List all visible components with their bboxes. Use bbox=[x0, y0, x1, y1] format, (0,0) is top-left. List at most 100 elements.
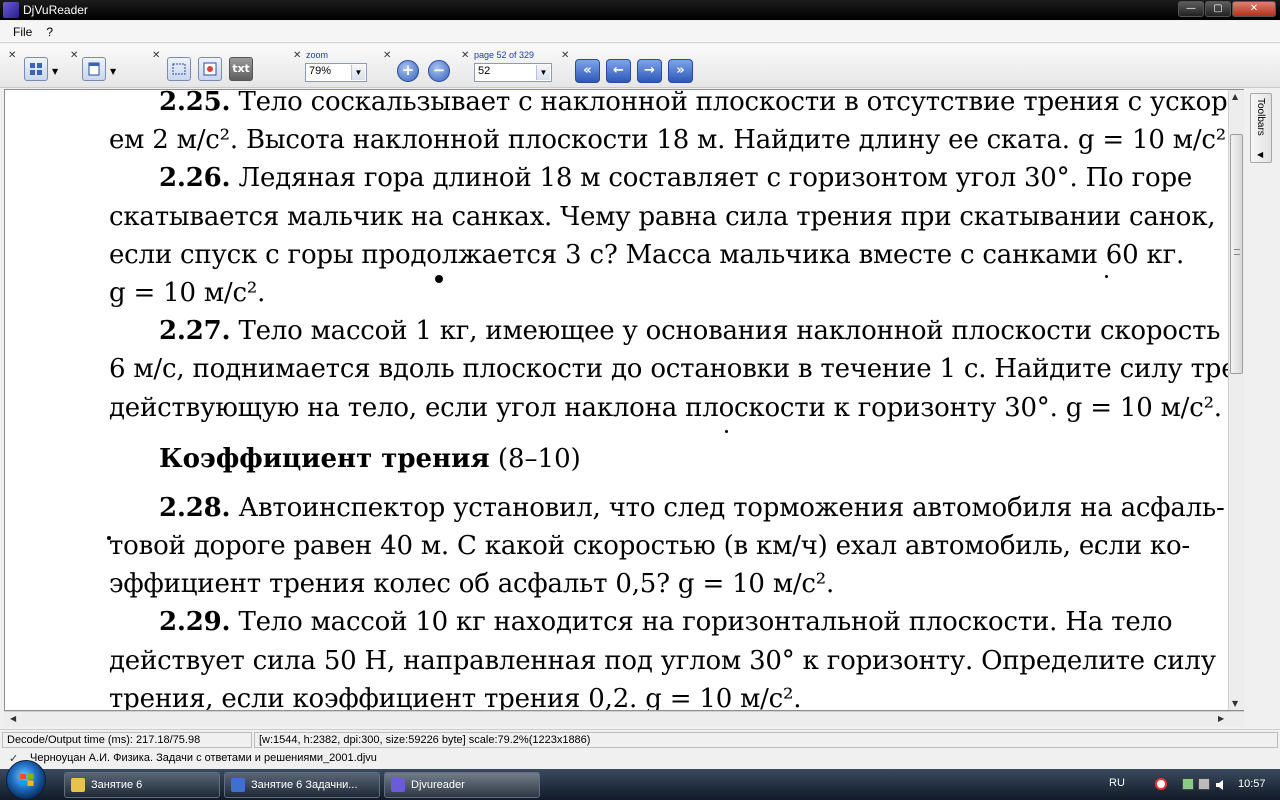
text-line: 2.25. Тело соскальзывает с наклонной пло… bbox=[109, 89, 1243, 121]
toolbars-tab-label: Toolbars bbox=[1255, 98, 1266, 136]
close-toolbar-icon[interactable]: ✕ bbox=[8, 50, 16, 61]
close-toolbar-icon[interactable]: ✕ bbox=[383, 50, 391, 61]
close-toolbar-icon[interactable]: ✕ bbox=[461, 50, 469, 61]
first-page-button[interactable]: « bbox=[575, 59, 600, 83]
scroll-right-icon[interactable]: ▶ bbox=[1218, 714, 1224, 723]
taskbar-button-label: Djvureader bbox=[411, 779, 465, 791]
text-line: если спуск с горы продолжается 3 с? Масс… bbox=[109, 236, 1184, 274]
text-block-1: 2.25. Тело соскальзывает с наклонной пло… bbox=[109, 89, 1243, 427]
toolbars-side-tab[interactable]: Toolbars ◀ bbox=[1250, 93, 1272, 163]
file-tab-bar: ✓ Черноуцан А.И. Физика. Задачи с ответа… bbox=[0, 750, 390, 768]
section-heading-range: (8–10) bbox=[489, 443, 581, 474]
document-view[interactable]: 2.25. Тело соскальзывает с наклонной пло… bbox=[4, 89, 1244, 711]
decode-time-status: Decode/Output time (ms): 217.18/75.98 bbox=[2, 732, 252, 748]
text-line: 2.29. Тело массой 10 кг находится на гор… bbox=[109, 603, 1172, 641]
windows-logo-icon bbox=[20, 773, 34, 786]
network-icon[interactable] bbox=[1182, 778, 1194, 790]
line-text: скатывается мальчик на санках. Чему равн… bbox=[109, 201, 1216, 232]
taskbar-button-lesson6-tasks[interactable]: Занятие 6 Задачни... bbox=[224, 772, 380, 798]
scroll-up-icon[interactable]: ▲ bbox=[1232, 92, 1238, 101]
menu-bar: File ? bbox=[0, 21, 1280, 43]
close-button[interactable]: ✕ bbox=[1232, 1, 1276, 17]
close-toolbar-icon[interactable]: ✕ bbox=[561, 50, 569, 61]
zoom-label: zoom bbox=[306, 50, 329, 60]
page-mode-button[interactable] bbox=[82, 57, 106, 81]
line-text: трения, если коэффициент трения 0,2. g =… bbox=[109, 683, 802, 711]
chevron-left-icon: ◀ bbox=[1257, 150, 1264, 159]
text-line: 2.28. Автоинспектор установил, что след … bbox=[109, 489, 1225, 527]
close-toolbar-icon[interactable]: ✕ bbox=[152, 50, 160, 61]
page-content: 2.25. Тело соскальзывает с наклонной пло… bbox=[109, 89, 1243, 711]
toolbar: ✕ ▼ ✕ ▼ ✕ txt ✕ zoom 79% ▼ ✕ + − ✕ page … bbox=[0, 44, 1280, 88]
select-region-button[interactable] bbox=[167, 57, 191, 81]
zoom-value: 79% bbox=[309, 65, 332, 77]
zoom-out-button[interactable]: − bbox=[428, 60, 450, 82]
taskbar-button-lesson6[interactable]: Занятие 6 bbox=[64, 772, 220, 798]
taskbar-button-djvureader[interactable]: Djvureader bbox=[384, 772, 540, 798]
chevron-down-icon[interactable]: ▼ bbox=[52, 67, 58, 76]
scroll-down-icon[interactable]: ▼ bbox=[1232, 699, 1238, 708]
close-toolbar-icon[interactable]: ✕ bbox=[293, 50, 301, 61]
close-toolbar-icon[interactable]: ✕ bbox=[70, 50, 78, 61]
page-count-label: page 52 of 329 bbox=[474, 50, 535, 60]
problem-number: 2.26. bbox=[159, 163, 231, 194]
vertical-scrollbar[interactable]: ▲ ▼ bbox=[1228, 90, 1244, 710]
open-file-name[interactable]: Черноуцан А.И. Физика. Задачи с ответами… bbox=[30, 752, 377, 764]
text-line: действует сила 50 Н, направленная под уг… bbox=[109, 642, 1216, 680]
section-heading-bold: Коэффициент трения bbox=[159, 443, 490, 474]
text-button[interactable]: txt bbox=[229, 57, 253, 81]
system-tray: RU 10:57 bbox=[1100, 769, 1280, 800]
maximize-button[interactable]: ▢ bbox=[1205, 1, 1231, 17]
chevron-down-icon[interactable]: ▼ bbox=[110, 67, 116, 76]
document-icon bbox=[231, 778, 245, 792]
next-page-button[interactable]: → bbox=[637, 59, 662, 83]
problem-number: 2.29. bbox=[159, 607, 231, 638]
line-text: действует сила 50 Н, направленная под уг… bbox=[109, 645, 1216, 676]
text-line: скатывается мальчик на санках. Чему равн… bbox=[109, 198, 1216, 236]
page-info-status: [w:1544, h:2382, dpi:300, size:59226 byt… bbox=[254, 732, 1278, 748]
zoom-select[interactable]: 79% ▼ bbox=[305, 63, 367, 82]
zoom-in-button[interactable]: + bbox=[397, 60, 419, 82]
line-text: если спуск с горы продолжается 3 с? Масс… bbox=[109, 239, 1185, 270]
chevron-down-icon[interactable]: ▼ bbox=[351, 65, 365, 80]
vertical-scroll-thumb[interactable] bbox=[1230, 134, 1243, 374]
minimize-button[interactable]: — bbox=[1178, 1, 1204, 17]
text-line: g = 10 м/с². bbox=[109, 274, 1121, 312]
status-bar: Decode/Output time (ms): 217.18/75.98 [w… bbox=[0, 729, 1280, 749]
menu-help[interactable]: ? bbox=[39, 25, 60, 39]
opera-icon[interactable] bbox=[1155, 778, 1167, 790]
problem-number: 2.25. bbox=[159, 89, 231, 117]
menu-file[interactable]: File bbox=[0, 25, 39, 39]
djvureader-icon bbox=[391, 778, 405, 792]
title-bar: DjVuReader — ▢ ✕ bbox=[0, 0, 1280, 20]
chevron-down-icon[interactable]: ▼ bbox=[536, 65, 550, 80]
image-icon bbox=[203, 62, 217, 76]
text-line: 2.26. Ледяная гора длиной 18 м составляе… bbox=[109, 159, 1192, 197]
toolbar-group-page-select: ✕ page 52 of 329 52 ▼ bbox=[461, 48, 561, 84]
app-icon bbox=[3, 2, 19, 18]
line-text: Ледяная гора длиной 18 м составляет с го… bbox=[230, 163, 1193, 194]
taskbar-button-label: Занятие 6 bbox=[91, 779, 143, 791]
toolbar-group-zoom-buttons: ✕ + − bbox=[383, 48, 459, 84]
clock[interactable]: 10:57 bbox=[1238, 778, 1266, 790]
line-text: ем 2 м/с². Высота наклонной плоскости 18… bbox=[109, 125, 1235, 156]
start-button[interactable] bbox=[6, 760, 46, 800]
line-text: 6 м/с, поднимается вдоль плоскости до ос… bbox=[109, 354, 1244, 385]
language-indicator[interactable]: RU bbox=[1109, 777, 1125, 789]
toolbar-group-layout: ✕ ▼ bbox=[8, 48, 68, 84]
previous-page-button[interactable]: ← bbox=[606, 59, 631, 83]
page-value: 52 bbox=[478, 65, 491, 77]
grid-icon bbox=[30, 63, 42, 75]
line-text: товой дороге равен 40 м. С какой скорост… bbox=[109, 531, 1190, 562]
layout-button[interactable] bbox=[24, 57, 48, 81]
text-line: 6 м/с, поднимается вдоль плоскости до ос… bbox=[109, 350, 1243, 388]
scroll-left-icon[interactable]: ◀ bbox=[10, 714, 16, 723]
volume-icon[interactable] bbox=[1215, 778, 1227, 790]
text-line: ем 2 м/с². Высота наклонной плоскости 18… bbox=[109, 121, 1234, 159]
power-icon[interactable] bbox=[1198, 778, 1210, 790]
last-page-button[interactable]: » bbox=[668, 59, 693, 83]
page-select[interactable]: 52 ▼ bbox=[474, 63, 552, 82]
image-button[interactable] bbox=[198, 57, 222, 81]
folder-icon bbox=[71, 778, 85, 792]
horizontal-scrollbar[interactable]: ◀ ▶ bbox=[4, 711, 1244, 727]
